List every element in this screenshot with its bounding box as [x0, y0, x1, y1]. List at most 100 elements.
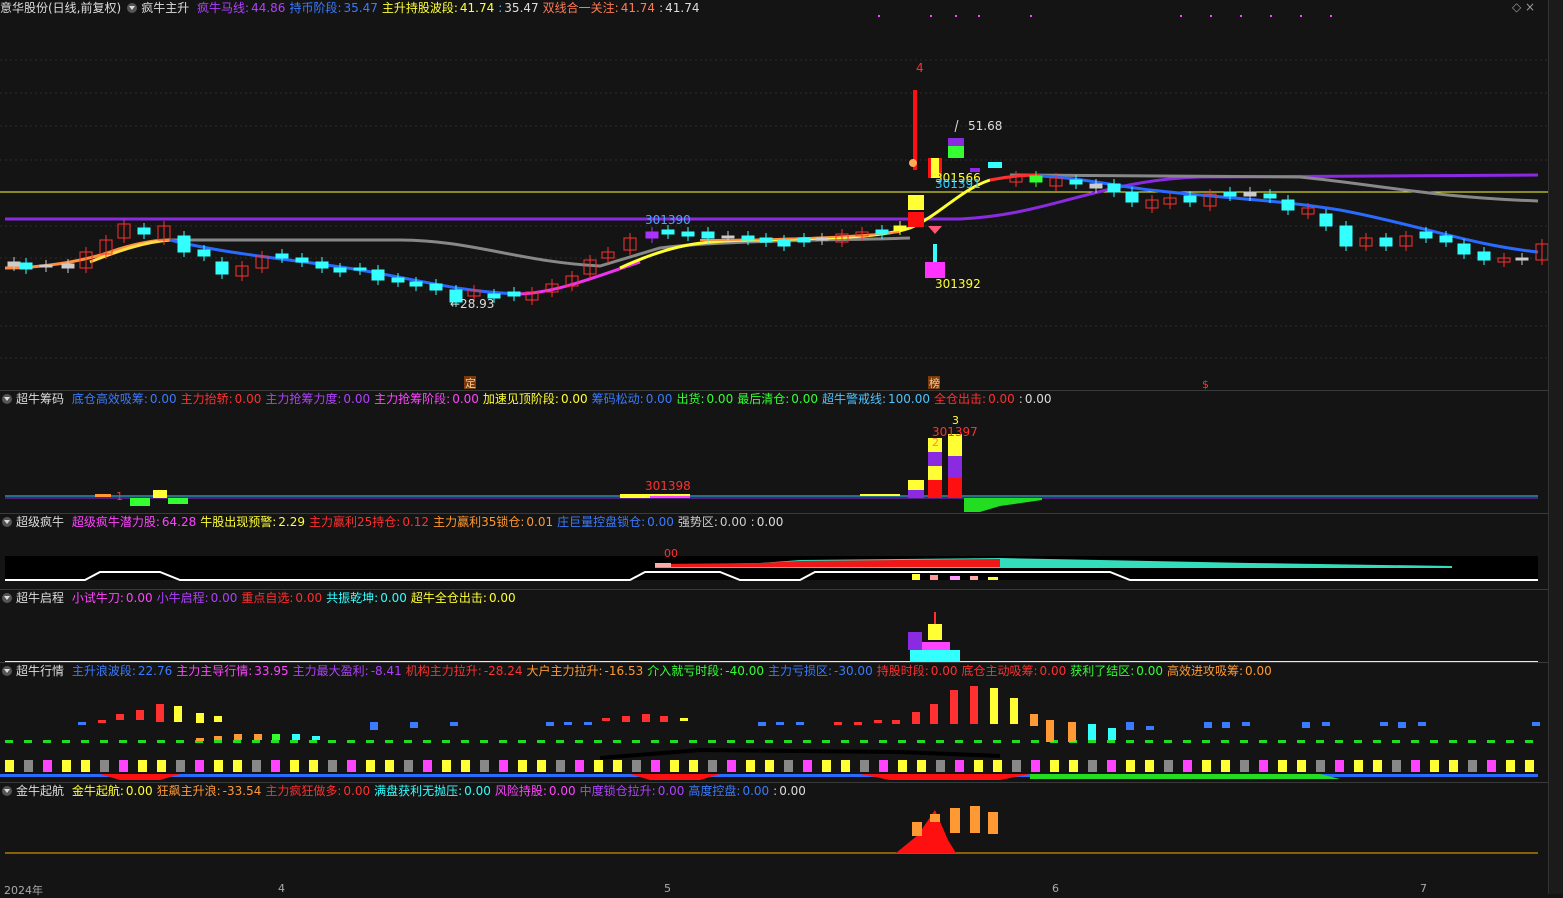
- time-axis: 2024年 4 5 6 7: [0, 882, 1548, 897]
- super-bull-chart[interactable]: 00: [0, 530, 1548, 590]
- signal-bar: [234, 734, 242, 740]
- bull-market-chart[interactable]: [0, 680, 1548, 782]
- dash-green: [157, 740, 165, 743]
- surge-block-red: [908, 212, 924, 227]
- bottom-block: [556, 760, 565, 772]
- bottom-block: [1297, 760, 1306, 772]
- dash-green: [670, 740, 678, 743]
- signal-bar: [1302, 722, 1310, 728]
- panel6-value-7: :: [773, 784, 778, 798]
- axis-label-month-6: 6: [1052, 882, 1059, 895]
- dash-green: [1107, 740, 1115, 743]
- panel5-name[interactable]: 超牛行情: [16, 664, 64, 678]
- bottom-block: [404, 760, 413, 772]
- collapse-icon[interactable]: [2, 593, 12, 603]
- panel3-value-6: :: [750, 515, 755, 529]
- dash-green: [404, 740, 412, 743]
- dash-green: [575, 740, 583, 743]
- dash-green: [5, 740, 13, 743]
- bottom-block: [119, 760, 128, 772]
- signal-bar: [1204, 722, 1212, 728]
- dash-green: [689, 740, 697, 743]
- panel2-value-10: :: [1018, 392, 1023, 406]
- golden-bull-chart[interactable]: [0, 800, 1548, 880]
- dash-green: [290, 740, 298, 743]
- bottom-block: [993, 760, 1002, 772]
- stack-purple: [928, 452, 942, 466]
- bottom-block: [328, 760, 337, 772]
- dash-green: [1468, 740, 1476, 743]
- panel5-number-1: 33.95: [254, 664, 289, 678]
- panel6-value-0: 金牛起航:: [71, 784, 124, 798]
- stack-red: [928, 480, 942, 498]
- bottom-block: [1354, 760, 1363, 772]
- candle-body: [275, 253, 289, 259]
- signal-bar: [196, 738, 204, 741]
- panel4-values: 小试牛刀: 0.00 小牛启程: 0.00 重点自选: 0.00 共振乾坤: 0.00 超牛全仓…: [72, 591, 520, 605]
- signal-dot: [1270, 15, 1272, 17]
- red-trough: [630, 774, 720, 780]
- dash-green: [423, 740, 431, 743]
- bottom-block: [746, 760, 755, 772]
- panel2-number-6: 0.00: [706, 392, 734, 406]
- panel5-value-1: 主力主导行情:: [176, 664, 253, 678]
- bottom-block: [366, 760, 375, 772]
- surge-block-yellow: [908, 195, 924, 210]
- bottom-block: [309, 760, 318, 772]
- panel3-number-5: 0.00: [719, 515, 747, 529]
- dash-green: [518, 740, 526, 743]
- candle-body: [61, 263, 75, 269]
- panel2-name[interactable]: 超牛筹码: [16, 392, 64, 406]
- bottom-block: [5, 760, 14, 772]
- panel3-number-6: 0.00: [756, 515, 784, 529]
- panel6-value-3: 满盘获利无抛压:: [374, 784, 463, 798]
- collapse-icon[interactable]: [2, 666, 12, 676]
- panel5-value-7: 持股时段:: [876, 664, 929, 678]
- panel5-value-9: 获利了结区:: [1070, 664, 1135, 678]
- bottom-block: [271, 760, 280, 772]
- candle-body: [1107, 183, 1121, 193]
- bottom-block: [1316, 760, 1325, 772]
- green-outflow: [964, 498, 1042, 512]
- chip-chart[interactable]: 132301398301397: [0, 408, 1548, 513]
- signal-bar: [410, 722, 418, 728]
- bar: [650, 496, 690, 498]
- panel6-name[interactable]: 金牛起航: [16, 784, 64, 798]
- collapse-icon[interactable]: [2, 786, 12, 796]
- marker-bang: 榜: [929, 376, 940, 390]
- panel2-number-3: 0.00: [452, 392, 479, 406]
- panel2-number-8: 100.00: [888, 392, 931, 406]
- bottom-block: [955, 760, 964, 772]
- black-curve: [599, 747, 1001, 760]
- panel2-value-6: 出货:: [676, 392, 705, 406]
- dash-green: [1145, 740, 1153, 743]
- bottom-block: [1183, 760, 1192, 772]
- dash-green: [1259, 740, 1267, 743]
- panel2-value-1: 主力抬轿:: [180, 392, 233, 406]
- collapse-icon[interactable]: [2, 517, 12, 527]
- bottom-block: [461, 760, 470, 772]
- dash-green: [366, 740, 374, 743]
- panel3-name[interactable]: 超级疯牛: [16, 515, 64, 529]
- signal-bar: [892, 720, 900, 724]
- bottom-block: [518, 760, 527, 772]
- bull-start-chart[interactable]: [0, 606, 1548, 664]
- dash-green: [1525, 740, 1533, 743]
- panel2-values: 底仓高效吸筹: 0.00 主力抬轿: 0.00 主力抢筹力度: 0.00 主力抢筹阶段: 0.…: [72, 392, 1056, 406]
- panel4-number-3: 0.00: [380, 591, 407, 605]
- signal-bar: [98, 720, 106, 723]
- panel4-name[interactable]: 超牛启程: [16, 591, 64, 605]
- panel4-number-2: 0.00: [295, 591, 323, 605]
- panel5-value-6: 主力亏损区:: [767, 664, 833, 678]
- signal-bar: [214, 716, 222, 722]
- axis-label-month-7: 7: [1420, 882, 1427, 895]
- collapse-icon[interactable]: [2, 394, 12, 404]
- panel2-number-1: 0.00: [234, 392, 262, 406]
- band-start: [655, 563, 671, 567]
- right-scrollbar[interactable]: [1548, 0, 1563, 894]
- panel2-number-9: 0.00: [988, 392, 1015, 406]
- small-bar: [912, 574, 920, 580]
- candlestick-chart[interactable]: 451.68←28.93301390301566301391301392定榜 $: [0, 0, 1549, 391]
- panel3-number-1: 2.29: [278, 515, 306, 529]
- panel5-value-4: 大户主力拉升:: [526, 664, 603, 678]
